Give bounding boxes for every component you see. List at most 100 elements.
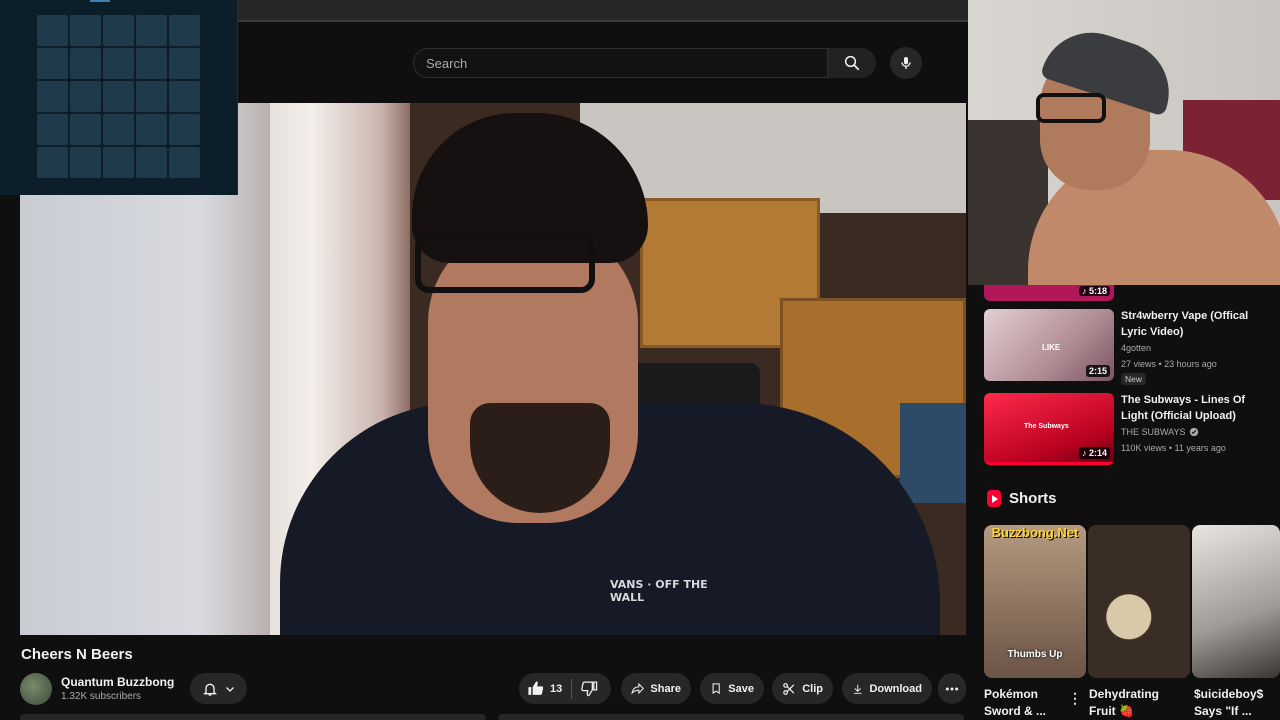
channel-name[interactable]: Quantum Buzzbong <box>61 675 174 689</box>
short-title[interactable]: $uicideboy$ Says "If ... <box>1194 686 1280 720</box>
video-frame-tiles <box>900 403 966 503</box>
like-divider <box>571 678 573 699</box>
short-title[interactable]: Dehydrating Fruit 🍓 <box>1089 686 1179 720</box>
thumbs-up-icon[interactable] <box>527 680 544 697</box>
like-dislike-group[interactable]: 13 <box>519 673 611 704</box>
search-input[interactable]: Search <box>413 48 828 78</box>
notification-button[interactable] <box>190 673 247 704</box>
grid-cell[interactable] <box>37 81 68 112</box>
grid-cell[interactable] <box>103 15 134 46</box>
grid-accent <box>90 0 110 2</box>
video-title: Cheers N Beers <box>21 646 133 663</box>
watch-progress-bar <box>984 462 1114 465</box>
video-thumbnail[interactable]: LIKE 2:15 <box>984 309 1114 381</box>
thumbnail-text: LIKE <box>1042 343 1061 352</box>
short-more-icon[interactable]: ⋮ <box>1068 690 1082 707</box>
description-box-edge <box>498 714 964 720</box>
grid-cell[interactable] <box>37 15 68 46</box>
grid-cell[interactable] <box>136 147 167 178</box>
grid-cell[interactable] <box>70 48 101 79</box>
verified-icon <box>1189 427 1198 437</box>
clip-button[interactable]: Clip <box>772 673 833 704</box>
grid-cell[interactable] <box>169 147 200 178</box>
grid-overlay[interactable] <box>0 0 238 195</box>
grid-cell[interactable] <box>103 48 134 79</box>
grid-cell[interactable] <box>169 114 200 145</box>
subscriber-count: 1.32K subscribers <box>61 691 142 702</box>
grid-cell[interactable] <box>136 48 167 79</box>
grid-cell[interactable] <box>70 15 101 46</box>
grid-cell[interactable] <box>103 114 134 145</box>
like-count: 13 <box>550 682 563 695</box>
comment-box-edge <box>20 714 486 720</box>
grid-cell[interactable] <box>136 114 167 145</box>
search-button[interactable] <box>828 48 876 78</box>
app-root: Search VANS · OFF THE WALL Cheers N Beer… <box>0 0 1280 720</box>
grid-cell[interactable] <box>70 147 101 178</box>
download-button[interactable]: Download <box>842 673 932 704</box>
video-frame-glasses <box>415 233 595 293</box>
grid-cell[interactable] <box>70 81 101 112</box>
grid-cell[interactable] <box>37 147 68 178</box>
short-title[interactable]: Pokémon Sword & ... <box>984 686 1074 720</box>
grid-cell[interactable] <box>169 15 200 46</box>
duration-badge: ♪ 2:14 <box>1078 447 1110 459</box>
share-button[interactable]: Share <box>621 673 691 704</box>
share-label: Share <box>650 682 681 695</box>
grid-cell[interactable] <box>70 114 101 145</box>
shorts-header: Shorts <box>987 490 1057 507</box>
browser-strip <box>238 0 968 22</box>
bell-icon <box>202 683 217 696</box>
video-meta: 27 views • 23 hours ago <box>1121 359 1217 369</box>
new-badge: New <box>1121 373 1147 385</box>
webcam-overlay <box>968 0 1280 285</box>
channel-avatar[interactable] <box>20 673 52 705</box>
channel-row[interactable]: THE SUBWAYS <box>1121 427 1199 437</box>
save-button[interactable]: Save <box>700 673 764 704</box>
scissors-icon <box>783 682 795 695</box>
share-icon <box>631 682 645 695</box>
sidebar-video[interactable]: The Subways ♪ 2:14 The Subways - Lines O… <box>984 393 1280 465</box>
search-icon <box>844 55 860 71</box>
shorts-icon <box>987 490 1001 507</box>
short-thumbnail[interactable] <box>1088 525 1190 678</box>
duration-badge: 2:15 <box>1085 365 1110 377</box>
video-title-link[interactable]: Str4wberry Vape (Offical Lyric Video) <box>1121 309 1271 340</box>
sidebar-partial-thumbnail[interactable]: ♪ 5:18 <box>984 285 1114 301</box>
grid-cell[interactable] <box>37 48 68 79</box>
thumbs-down-icon[interactable] <box>581 680 598 697</box>
shirt-print: VANS · OFF THE WALL <box>610 578 708 604</box>
grid-cell[interactable] <box>37 114 68 145</box>
bookmark-icon <box>712 683 720 695</box>
microphone-icon <box>901 57 911 69</box>
grid-cell[interactable] <box>169 48 200 79</box>
video-title-link[interactable]: The Subways - Lines Of Light (Official U… <box>1121 393 1271 424</box>
grid-cell[interactable] <box>169 81 200 112</box>
video-meta: 110K views • 11 years ago <box>1121 443 1226 453</box>
video-thumbnail[interactable]: The Subways ♪ 2:14 <box>984 393 1114 465</box>
duration-text: 5:18 <box>1088 286 1107 296</box>
thumbnail-text: The Subways <box>1024 423 1069 430</box>
shorts-label: Shorts <box>1009 490 1057 507</box>
search-placeholder: Search <box>426 55 468 71</box>
short-thumbnail[interactable]: Buzzbong.Net Thumbs Up <box>984 525 1086 678</box>
voice-search-button[interactable] <box>890 47 922 79</box>
channel-name[interactable]: THE SUBWAYS <box>1121 427 1186 437</box>
short-overlay-text: Buzzbong.Net <box>991 525 1079 540</box>
grid-cell[interactable] <box>136 15 167 46</box>
sidebar-video[interactable]: LIKE 2:15 Str4wberry Vape (Offical Lyric… <box>984 309 1280 385</box>
clip-label: Clip <box>802 682 823 695</box>
grid-cell[interactable] <box>103 81 134 112</box>
chevron-down-icon <box>225 686 234 692</box>
channel-name[interactable]: 4gotten <box>1121 343 1151 353</box>
more-actions-button[interactable] <box>938 673 966 704</box>
duration-badge: ♪ 5:18 <box>1078 286 1110 296</box>
download-label: Download <box>869 682 922 695</box>
short-caption: Thumbs Up <box>1007 649 1063 660</box>
save-label: Save <box>728 682 754 695</box>
webcam-glasses <box>1036 93 1106 123</box>
short-thumbnail[interactable] <box>1192 525 1280 678</box>
grid-cell[interactable] <box>136 81 167 112</box>
duration-text: 2:14 <box>1088 448 1107 458</box>
grid-cell[interactable] <box>103 147 134 178</box>
